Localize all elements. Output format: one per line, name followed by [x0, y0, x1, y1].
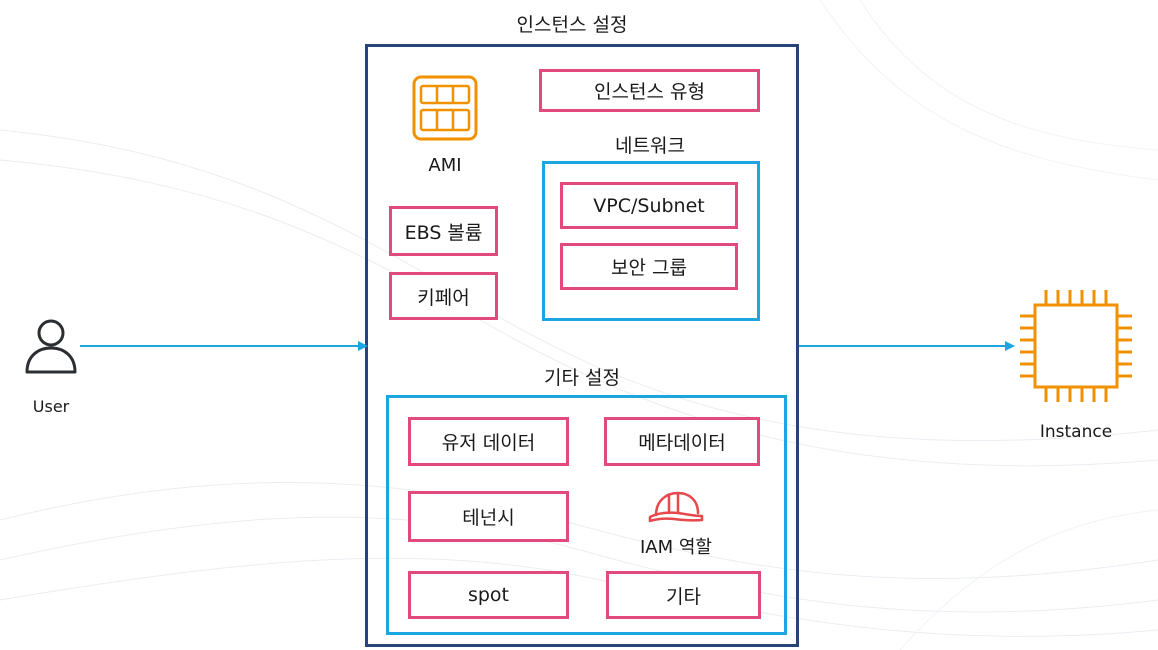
- user-label: User: [32, 397, 70, 416]
- iam-role-helmet-icon: [648, 491, 704, 523]
- other-box: 기타: [606, 571, 761, 619]
- vpc-subnet-box: VPC/Subnet: [560, 182, 738, 229]
- security-group-box: 보안 그룹: [560, 243, 738, 290]
- settings-to-instance-arrow: [799, 341, 1015, 351]
- ami-icon: [412, 75, 478, 141]
- ebs-volume-box: EBS 볼륨: [389, 206, 498, 256]
- instance-label: Instance: [1039, 422, 1113, 442]
- iam-role-label: IAM 역할: [640, 537, 712, 558]
- settings-title: 인스턴스 설정: [516, 14, 628, 36]
- instance-chip-icon: [1020, 290, 1132, 402]
- user-to-settings-arrow: [80, 341, 368, 351]
- network-title: 네트워크: [615, 135, 685, 157]
- key-pair-box: 키페어: [389, 272, 498, 320]
- user-icon: [25, 319, 77, 374]
- instance-type-box: 인스턴스 유형: [539, 69, 760, 112]
- user-data-box: 유저 데이터: [408, 417, 569, 466]
- ami-label: AMI: [428, 155, 462, 176]
- tenancy-box: 테넌시: [408, 491, 569, 542]
- spot-box: spot: [408, 571, 569, 619]
- metadata-box: 메타데이터: [604, 417, 760, 466]
- other-settings-title: 기타 설정: [544, 367, 620, 389]
